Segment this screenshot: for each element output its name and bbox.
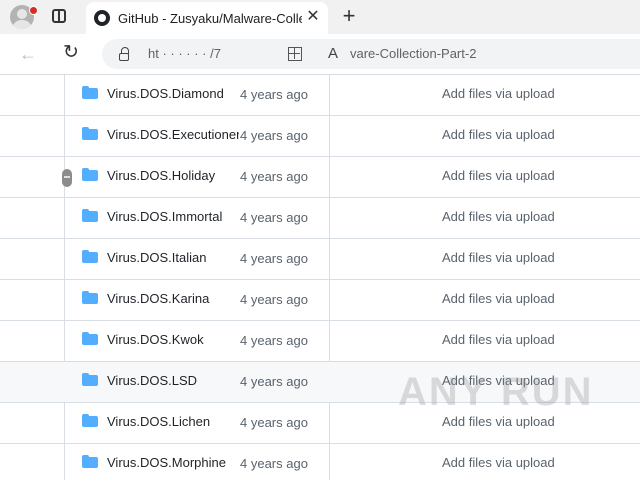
file-list: Virus.DOS.Diamond 4 years ago Add files … [0, 75, 640, 480]
close-tab-icon[interactable]: ✕ [304, 8, 322, 26]
notification-dot [29, 6, 38, 15]
commit-message[interactable]: Add files via upload [442, 86, 555, 101]
commit-age: 4 years ago [240, 456, 308, 471]
commit-age: 4 years ago [240, 87, 308, 102]
folder-icon [82, 455, 98, 468]
file-row[interactable]: Virus.DOS.Immortal 4 years ago Add files… [0, 198, 640, 239]
commit-age: 4 years ago [240, 333, 308, 348]
commit-message[interactable]: Add files via upload [442, 250, 555, 265]
file-name-link[interactable]: Virus.DOS.Karina [107, 291, 239, 306]
folder-icon [82, 86, 98, 99]
folder-icon [82, 168, 98, 181]
address-bar[interactable]: ht · · · · · · /7 A vare-Collection-Part… [102, 39, 640, 69]
drag-handle[interactable] [62, 169, 72, 187]
split-screen-icon[interactable] [288, 47, 302, 61]
commit-message[interactable]: Add files via upload [442, 209, 555, 224]
file-name-link[interactable]: Virus.DOS.Kwok [107, 332, 239, 347]
folder-icon [82, 209, 98, 222]
file-row[interactable]: Virus.DOS.Holiday 4 years ago Add files … [0, 157, 640, 198]
file-row[interactable]: Virus.DOS.Kwok 4 years ago Add files via… [0, 321, 640, 362]
tab-title: GitHub - Zusyaku/Malware-Collec [118, 11, 302, 26]
new-tab-button[interactable]: + [338, 5, 360, 27]
commit-message[interactable]: Add files via upload [442, 414, 555, 429]
commit-age: 4 years ago [240, 210, 308, 225]
file-name-link[interactable]: Virus.DOS.Italian [107, 250, 239, 265]
folder-icon [82, 250, 98, 263]
commit-age: 4 years ago [240, 374, 308, 389]
commit-message[interactable]: Add files via upload [442, 455, 555, 470]
avatar-shoulders [13, 20, 31, 29]
commit-age: 4 years ago [240, 251, 308, 266]
reload-button[interactable]: ↻ [60, 42, 82, 64]
read-aloud-icon[interactable]: A [328, 45, 338, 62]
folder-icon [82, 291, 98, 304]
lock-body [119, 53, 129, 61]
folder-icon [82, 332, 98, 345]
file-row[interactable]: Virus.DOS.Diamond 4 years ago Add files … [0, 75, 640, 116]
github-icon [94, 10, 110, 26]
browser-toolbar: ← ↻ ht · · · · · · /7 A vare-Collection-… [0, 34, 640, 75]
folder-icon [82, 414, 98, 427]
avatar-head [17, 9, 27, 19]
url-tail[interactable]: vare-Collection-Part-2 [350, 46, 476, 61]
commit-message[interactable]: Add files via upload [442, 291, 555, 306]
commit-message[interactable]: Add files via upload [442, 168, 555, 183]
file-name-link[interactable]: Virus.DOS.Diamond [107, 86, 239, 101]
folder-icon [82, 373, 98, 386]
file-row[interactable]: Virus.DOS.Karina 4 years ago Add files v… [0, 280, 640, 321]
tab-actions-icon[interactable] [52, 9, 66, 23]
commit-message[interactable]: Add files via upload [442, 332, 555, 347]
active-tab[interactable]: GitHub - Zusyaku/Malware-Collec ✕ [86, 2, 328, 34]
file-name-link[interactable]: Virus.DOS.Morphine [107, 455, 239, 470]
commit-message[interactable]: Add files via upload [442, 127, 555, 142]
file-name-link[interactable]: Virus.DOS.Holiday [107, 168, 239, 183]
file-name-link[interactable]: Virus.DOS.Executioner [107, 127, 239, 142]
url-text[interactable]: ht · · · · · · /7 [148, 46, 288, 61]
file-name-link[interactable]: Virus.DOS.Immortal [107, 209, 239, 224]
file-row[interactable]: Virus.DOS.Morphine 4 years ago Add files… [0, 444, 640, 485]
commit-age: 4 years ago [240, 292, 308, 307]
tab-strip: GitHub - Zusyaku/Malware-Collec ✕ + [0, 0, 640, 34]
file-name-link[interactable]: Virus.DOS.LSD [107, 373, 239, 388]
commit-age: 4 years ago [240, 169, 308, 184]
commit-age: 4 years ago [240, 128, 308, 143]
watermark-logo: ANY RUN [398, 370, 594, 414]
file-row[interactable]: Virus.DOS.Italian 4 years ago Add files … [0, 239, 640, 280]
site-info-icon[interactable] [118, 47, 130, 61]
file-row[interactable]: Virus.DOS.Executioner 4 years ago Add fi… [0, 116, 640, 157]
file-name-link[interactable]: Virus.DOS.Lichen [107, 414, 239, 429]
commit-age: 4 years ago [240, 415, 308, 430]
folder-icon [82, 127, 98, 140]
back-button[interactable]: ← [17, 43, 39, 65]
